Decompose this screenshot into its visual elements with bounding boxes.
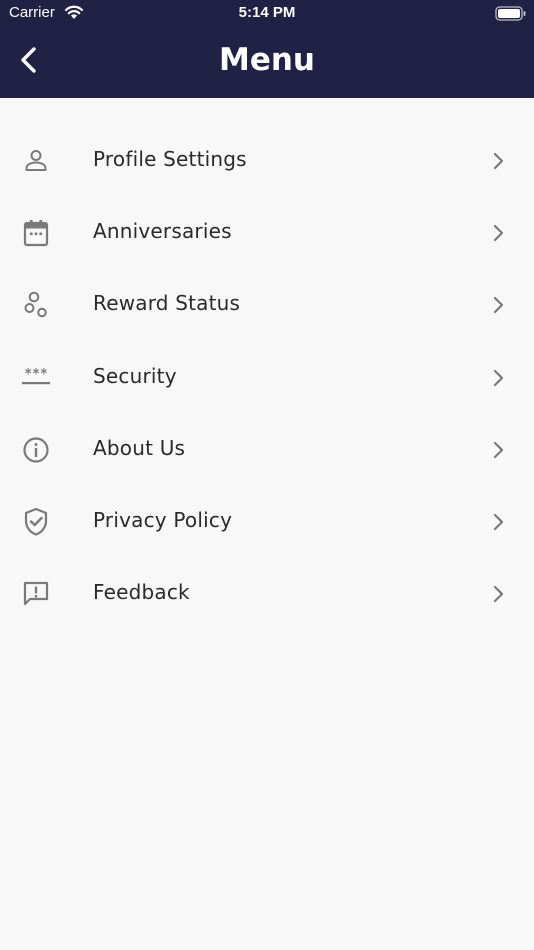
menu-item-label: About Us (93, 435, 186, 460)
menu-list: Profile Settings Anniversaries Reward St… (0, 125, 534, 630)
chevron-right-icon (488, 151, 508, 171)
chevron-right-icon (488, 440, 508, 460)
person-icon (20, 145, 52, 177)
chevron-right-icon (488, 368, 508, 388)
menu-item-profile-settings[interactable]: Profile Settings (0, 125, 534, 197)
calendar-icon (20, 217, 52, 249)
chevron-right-icon (488, 295, 508, 315)
app-header: Carrier 5:14 PM Menu (0, 0, 534, 98)
menu-item-security[interactable]: *** Security (0, 342, 534, 414)
status-bar: Carrier 5:14 PM (0, 0, 534, 28)
menu-item-label: Feedback (93, 580, 190, 605)
password-icon: *** (20, 362, 52, 394)
menu-item-label: Reward Status (93, 291, 241, 316)
svg-text:***: *** (24, 367, 48, 382)
menu-item-anniversaries[interactable]: Anniversaries (0, 197, 534, 269)
battery-icon (495, 6, 527, 25)
chevron-right-icon (488, 512, 508, 532)
menu-item-label: Profile Settings (93, 147, 247, 171)
page-title: Menu (218, 42, 315, 78)
navigation-bar: Menu (0, 28, 534, 98)
feedback-icon (20, 578, 52, 610)
bubbles-icon (20, 289, 52, 321)
chevron-right-icon (488, 584, 508, 604)
menu-item-label: Privacy Policy (93, 507, 233, 532)
menu-item-label: Anniversaries (93, 219, 232, 244)
menu-item-about-us[interactable]: About Us (0, 414, 534, 486)
chevron-right-icon (488, 223, 508, 243)
menu-item-reward-status[interactable]: Reward Status (0, 269, 534, 341)
shield-check-icon (20, 506, 52, 538)
menu-item-feedback[interactable]: Feedback (0, 558, 534, 630)
clock: 5:14 PM (238, 4, 296, 21)
menu-item-privacy-policy[interactable]: Privacy Policy (0, 486, 534, 558)
info-icon (20, 434, 52, 466)
menu-item-label: Security (93, 363, 177, 388)
